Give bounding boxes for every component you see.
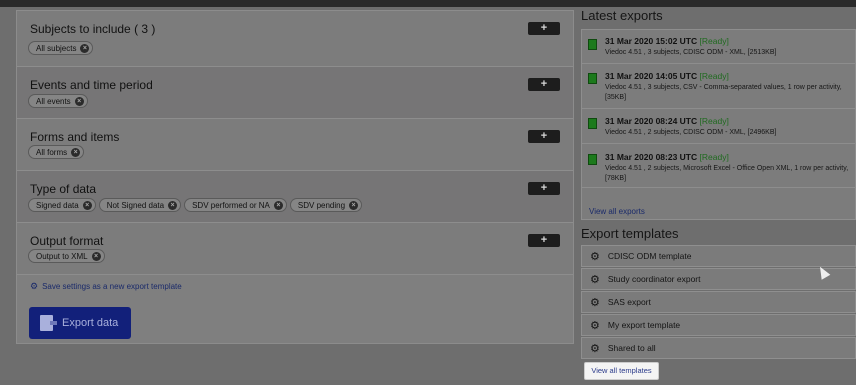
template-item[interactable]: ⚙ CDISC ODM template [581, 245, 856, 267]
tag-output-xml[interactable]: Output to XML × [28, 249, 105, 263]
section-events: Events and time period + All events × [17, 67, 573, 119]
remove-tag-icon[interactable]: × [273, 200, 283, 210]
export-item[interactable]: 31 Mar 2020 14:05 UTC [Ready] Viedoc 4.5… [582, 64, 856, 109]
export-description: Viedoc 4.51 , 3 subjects, CDISC ODM - XM… [605, 49, 777, 56]
status-badge: [Ready] [699, 152, 729, 162]
gear-icon: ⚙ [590, 250, 600, 263]
gear-icon: ⚙ [30, 281, 39, 291]
save-settings-link[interactable]: ⚙ Save settings as a new export template [30, 281, 182, 292]
section-title-events: Events and time period [30, 78, 153, 92]
export-icon [40, 315, 57, 331]
latest-exports-list: 31 Mar 2020 15:02 UTC [Ready] Viedoc 4.5… [581, 29, 856, 220]
section-forms: Forms and items + All forms × [17, 119, 573, 171]
remove-tag-icon[interactable]: × [74, 96, 84, 106]
file-icon [588, 118, 597, 129]
status-badge: [Ready] [699, 36, 729, 46]
top-strip [0, 0, 856, 7]
section-title-forms: Forms and items [30, 130, 120, 144]
tag-signed-data[interactable]: Signed data × [28, 198, 96, 212]
template-item[interactable]: ⚙ SAS export [581, 291, 856, 313]
gear-icon: ⚙ [590, 319, 600, 332]
gear-icon: ⚙ [590, 296, 600, 309]
forms-tags: All forms × [28, 145, 85, 159]
export-description: Viedoc 4.51 , 3 subjects, CSV - Comma-se… [605, 84, 842, 101]
export-settings-panel: Subjects to include ( 3 ) + All subjects… [16, 10, 574, 344]
file-icon [588, 73, 597, 84]
remove-tag-icon[interactable]: × [349, 200, 359, 210]
template-item[interactable]: ⚙ My export template [581, 314, 856, 336]
view-all-exports-link[interactable]: View all exports [589, 207, 645, 216]
type-tags: Signed data × Not Signed data × SDV perfor… [28, 198, 363, 212]
section-title-subjects: Subjects to include ( 3 ) [30, 22, 156, 36]
section-title-output: Output format [30, 234, 104, 248]
tag-all-events[interactable]: All events × [28, 94, 88, 108]
status-badge: [Ready] [699, 116, 729, 126]
add-subjects-button[interactable]: + [528, 22, 560, 35]
export-item[interactable]: 31 Mar 2020 15:02 UTC [Ready] Viedoc 4.5… [582, 30, 856, 64]
add-output-format-button[interactable]: + [528, 234, 560, 247]
output-tags: Output to XML × [28, 249, 105, 263]
remove-tag-icon[interactable]: × [82, 200, 92, 210]
section-output-format: Output format + Output to XML × [17, 223, 573, 275]
remove-tag-icon[interactable]: × [80, 43, 90, 53]
gear-icon: ⚙ [590, 273, 600, 286]
remove-tag-icon[interactable]: × [71, 147, 81, 157]
tag-not-signed-data[interactable]: Not Signed data × [98, 198, 182, 212]
remove-tag-icon[interactable]: × [91, 251, 101, 261]
latest-exports-heading: Latest exports [581, 8, 663, 23]
section-subjects: Subjects to include ( 3 ) + All subjects… [17, 11, 573, 67]
template-item[interactable]: ⚙ Study coordinator export [581, 268, 856, 290]
file-icon [588, 154, 597, 165]
file-icon [588, 39, 597, 50]
status-badge: [Ready] [699, 71, 729, 81]
tag-sdv-pending[interactable]: SDV pending × [289, 198, 363, 212]
template-item[interactable]: ⚙ Shared to all [581, 337, 856, 359]
export-description: Viedoc 4.51 , 2 subjects, CDISC ODM - XM… [605, 129, 777, 136]
section-title-type: Type of data [30, 182, 97, 196]
export-data-button[interactable]: Export data [29, 307, 131, 339]
export-templates-heading: Export templates [581, 226, 679, 241]
export-item[interactable]: 31 Mar 2020 08:24 UTC [Ready] Viedoc 4.5… [582, 109, 856, 144]
add-events-button[interactable]: + [528, 78, 560, 91]
gear-icon: ⚙ [590, 342, 600, 355]
tag-all-subjects[interactable]: All subjects × [28, 41, 94, 55]
remove-tag-icon[interactable]: × [168, 200, 178, 210]
subjects-tags: All subjects × [28, 41, 94, 55]
export-description: Viedoc 4.51 , 2 subjects, Microsoft Exce… [605, 165, 849, 182]
tag-sdv-performed[interactable]: SDV performed or NA × [184, 198, 287, 212]
section-type-of-data: Type of data + Signed data × Not Signed d… [17, 171, 573, 223]
add-forms-button[interactable]: + [528, 130, 560, 143]
events-tags: All events × [28, 94, 88, 108]
add-data-type-button[interactable]: + [528, 182, 560, 195]
tag-all-forms[interactable]: All forms × [28, 145, 85, 159]
export-item[interactable]: 31 Mar 2020 08:23 UTC [Ready] Viedoc 4.5… [582, 144, 856, 188]
right-column: Latest exports 31 Mar 2020 15:02 UTC [Re… [581, 8, 856, 380]
view-all-templates-button[interactable]: View all templates [584, 362, 659, 380]
